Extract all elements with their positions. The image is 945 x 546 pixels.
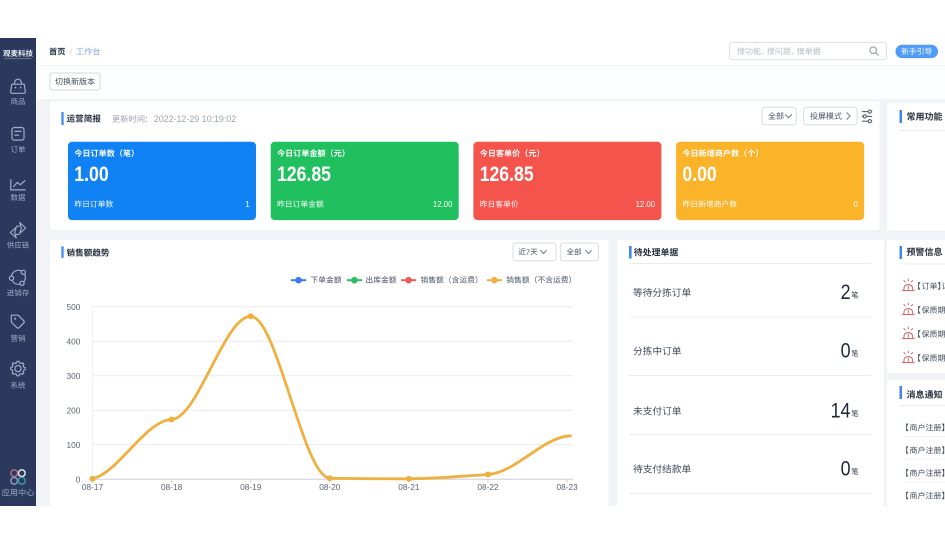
- svg-text:0.00: 0.00: [682, 163, 716, 186]
- svg-text:2: 2: [841, 281, 851, 304]
- svg-text:126.85: 126.85: [277, 163, 331, 186]
- svg-text:08-23: 08-23: [557, 482, 579, 492]
- svg-text:400: 400: [67, 336, 81, 346]
- svg-text:100: 100: [67, 440, 81, 450]
- svg-text:7: 7: [526, 248, 530, 257]
- svg-text:08-18: 08-18: [161, 482, 183, 492]
- svg-text:0: 0: [841, 340, 851, 363]
- svg-text:08-21: 08-21: [398, 482, 420, 492]
- svg-text:0: 0: [76, 474, 81, 484]
- svg-text:1: 1: [245, 200, 249, 209]
- svg-text:500: 500: [67, 302, 81, 312]
- svg-text:200: 200: [67, 405, 81, 415]
- svg-text:08-20: 08-20: [319, 482, 341, 492]
- svg-text:12.00: 12.00: [433, 200, 453, 209]
- svg-text:2022-12-29 10:19:02: 2022-12-29 10:19:02: [154, 114, 236, 124]
- svg-text:126.85: 126.85: [480, 163, 534, 186]
- svg-text:1.00: 1.00: [74, 163, 108, 186]
- svg-text:08-22: 08-22: [477, 482, 499, 492]
- svg-text:08-19: 08-19: [240, 482, 262, 492]
- svg-text:12.00: 12.00: [636, 200, 656, 209]
- svg-text:08-17: 08-17: [82, 482, 104, 492]
- svg-text:0: 0: [854, 200, 859, 209]
- svg-text:300: 300: [67, 371, 81, 381]
- svg-text:0: 0: [841, 458, 851, 481]
- svg-text:14: 14: [831, 400, 851, 423]
